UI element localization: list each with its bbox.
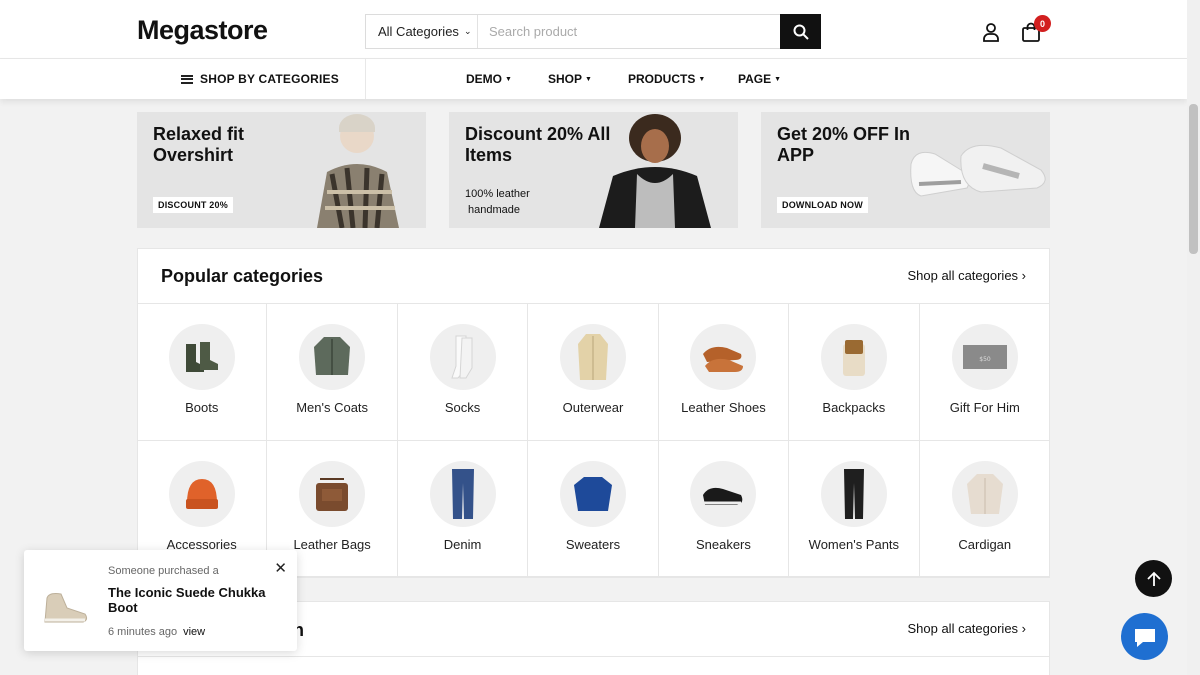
banner-subtext-line1: 100% leather [465,188,530,200]
category-socks[interactable]: Socks [397,304,529,441]
chevron-down-icon: ▼ [505,75,512,83]
category-backpacks[interactable]: Backpacks [789,304,920,441]
category-leather-shoes[interactable]: Leather Shoes [658,304,790,441]
search-button[interactable] [780,14,821,49]
category-denim[interactable]: Denim [397,441,529,578]
sweater-image [559,461,626,527]
category-label: Boots [185,400,219,415]
banner-tag[interactable]: DISCOUNT 20% [153,197,233,213]
category-sneakers[interactable]: Sneakers [658,441,790,578]
banner-subtext: 100% leather handmade [465,186,530,218]
category-gift-for-him[interactable]: $50 Gift For Him [919,304,1050,441]
chevron-down-icon: ▼ [774,75,782,83]
arrow-up-icon [1146,571,1161,586]
recent-purchase-popup: Someone purchased a The Iconic Suede Chu… [24,550,297,651]
cart-count-badge: 0 [1034,15,1051,32]
top-header: Megastore All Categories ⌄ 0 [0,0,1187,59]
popup-time-text: 6 minutes ago [108,626,178,638]
section-title: Popular categories [161,266,324,286]
category-label: Cardigan [958,537,1012,552]
search-input[interactable] [478,15,780,48]
leather-bag-image [299,461,366,527]
category-grid: Boots Men's Coats Socks Outerwear Leathe… [137,303,1050,578]
category-boots[interactable]: Boots [137,304,268,441]
menu-icon [181,74,193,84]
socks-image [429,324,496,390]
banner-app[interactable]: Get 20% OFF In APP DOWNLOAD NOW [761,112,1050,228]
category-label: Sweaters [565,537,621,552]
chat-button[interactable] [1121,613,1168,660]
banner-title: Discount 20% All Items [465,124,611,165]
main-nav: SHOP BY CATEGORIES DEMO ▼ SHOP ▼ PRODUCTS ▼… [0,59,1187,99]
leather-shoes-image [690,324,757,390]
chevron-down-icon: ⌄ [463,26,472,36]
nav-shop-label: SHOP [548,72,583,86]
popup-product-name[interactable]: The Iconic Suede Chukka Boot [108,585,297,615]
shop-all-categories-link[interactable]: Shop all categories › [907,268,1026,283]
popular-categories: Popular categories Shop all categories ›… [137,248,1050,578]
cardigan-image [951,461,1018,527]
boots-image [168,324,235,390]
banner-title: Get 20% OFF In APP [777,124,911,165]
page-scrollbar[interactable] [1187,0,1200,675]
banner-tag[interactable]: DOWNLOAD NOW [777,197,868,213]
banner-subtext-line2: handmade [468,204,520,216]
shop-by-categories-button[interactable]: SHOP BY CATEGORIES [181,59,339,99]
category-womens-pants[interactable]: Women's Pants [789,441,920,578]
divider [138,656,1049,657]
category-label: Sneakers [695,537,751,552]
search-icon [793,24,809,40]
popup-intro: Someone purchased a [108,565,219,577]
popup-time: 6 minutes ago view [108,626,205,638]
chukka-boot-image [44,593,88,623]
nav-products[interactable]: PRODUCTS ▼ [628,59,705,99]
category-select-label: All Categories [378,24,459,39]
banner-title: Relaxed fit Overshirt [153,124,245,165]
nav-shop[interactable]: SHOP ▼ [548,59,592,99]
coat-image [299,324,366,390]
scrollbar-thumb[interactable] [1189,104,1198,254]
model-image [317,114,399,228]
nav-demo-label: DEMO [466,72,502,86]
nav-page[interactable]: PAGE ▼ [738,59,781,99]
nav-page-label: PAGE [738,72,772,86]
nav-divider [365,59,366,99]
category-label: Backpacks [822,400,886,415]
shop-all-categories-link[interactable]: Shop all categories › [907,621,1026,636]
category-select[interactable]: All Categories ⌄ [366,15,478,48]
category-label: Women's Pants [808,537,900,552]
search-bar: All Categories ⌄ [365,14,821,49]
beanie-image [168,461,235,527]
jeans-image [429,461,496,527]
gift-card-image: $50 [951,324,1018,390]
category-cardigan[interactable]: Cardigan [919,441,1050,578]
category-label: Gift For Him [949,400,1020,415]
nav-products-label: PRODUCTS [628,72,696,86]
chevron-down-icon: ▼ [585,75,592,83]
outerwear-image [559,324,626,390]
user-icon[interactable] [982,22,1000,42]
category-mens-coats[interactable]: Men's Coats [267,304,398,441]
shop-by-label: SHOP BY CATEGORIES [200,72,339,86]
category-outerwear[interactable]: Outerwear [528,304,659,441]
svg-text:$50: $50 [979,356,991,363]
category-label: Denim [443,537,482,552]
chat-icon [1134,628,1155,647]
site-logo[interactable]: Megastore [137,15,268,46]
nav-demo[interactable]: DEMO ▼ [466,59,512,99]
category-label: Outerwear [562,400,624,415]
close-icon[interactable]: ✕ [274,559,287,577]
category-sweaters[interactable]: Sweaters [528,441,659,578]
banner-discount[interactable]: Discount 20% All Items 100% leather hand… [449,112,738,228]
pants-image [820,461,887,527]
back-to-top-button[interactable] [1135,560,1172,597]
category-label: Men's Coats [296,400,369,415]
backpack-image [820,324,887,390]
popup-view-link[interactable]: view [183,626,205,638]
category-label: Leather Shoes [681,400,766,415]
banner-overshirt[interactable]: Relaxed fit Overshirt DISCOUNT 20% [137,112,426,228]
chevron-down-icon: ▼ [698,75,706,83]
category-label: Socks [444,400,481,415]
sneakers-image [690,461,757,527]
